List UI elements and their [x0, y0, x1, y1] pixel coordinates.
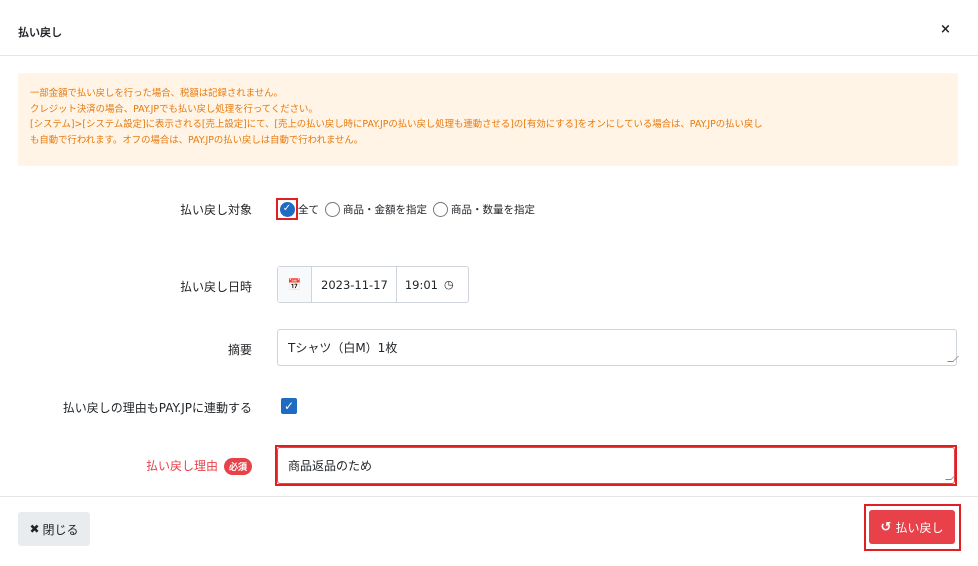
alert-line: 一部金額で払い戻しを行った場合、税額は記録されません。 — [30, 88, 283, 99]
warning-alert: 一部金額で払い戻しを行った場合、税額は記録されません。 クレジット決済の場合、P… — [18, 73, 958, 166]
time-text[interactable]: 19:01 — [405, 278, 438, 292]
time-value[interactable]: 19:01 ◷ — [395, 267, 454, 302]
modal-title: 払い戻し — [18, 26, 62, 39]
radio-all-label[interactable]: 全て — [298, 202, 319, 217]
radio-amount[interactable] — [325, 201, 340, 217]
radio-all-selected-icon[interactable]: ✓ — [279, 201, 295, 217]
clock-icon[interactable]: ◷ — [444, 278, 454, 291]
summary-textarea[interactable]: Tシャツ（白M）1枚 — [277, 329, 959, 366]
refund-reason-label-text: 払い戻し理由 — [145, 459, 218, 473]
alert-line: [システム]>[システム設定]に表示される[売上設定]にて、[売上の払い戻し時に… — [30, 119, 763, 130]
close-button-label[interactable]: 閉じる — [43, 521, 79, 538]
resize-handle-icon[interactable] — [947, 356, 959, 362]
modal-header — [0, 0, 978, 56]
close-button-icon[interactable]: ✖ — [29, 522, 39, 536]
refund-datetime-label: 払い戻し日時 — [179, 280, 252, 294]
required-badge: 必須 — [223, 458, 252, 475]
refund-reason-label: 払い戻し理由 必須 — [110, 457, 252, 475]
alert-line: クレジット決済の場合、PAY.JPでも払い戻し処理を行ってください。 — [30, 103, 318, 115]
refund-target-radio-group: ✓ 全て 商品・金額を指定 商品・数量を指定 — [276, 198, 535, 220]
radio-quantity-label[interactable]: 商品・数量を指定 — [451, 202, 535, 217]
radio-all-highlight[interactable]: ✓ — [276, 198, 298, 220]
sync-reason-checkbox[interactable]: ✓ — [281, 398, 297, 414]
refund-reason-highlight — [275, 445, 957, 486]
radio-amount-label[interactable]: 商品・金額を指定 — [343, 202, 427, 217]
alert-line: も自動で行われます。オフの場合は、PAY.JPの払い戻しは自動で行われません。 — [30, 134, 364, 146]
refund-target-label: 払い戻し対象 — [179, 203, 252, 217]
radio-quantity[interactable] — [433, 201, 448, 217]
undo-icon[interactable]: ↺ — [881, 520, 892, 535]
close-icon[interactable]: × — [940, 22, 951, 37]
summary-value[interactable]: Tシャツ（白M）1枚 — [288, 339, 397, 356]
summary-label: 摘要 — [227, 343, 252, 357]
sync-reason-label: 払い戻しの理由もPAY.JPに連動する — [62, 401, 252, 415]
modal-footer — [0, 496, 978, 566]
calendar-icon[interactable]: 📅 — [278, 267, 312, 302]
refund-button-label[interactable]: 払い戻し — [895, 519, 943, 536]
refund-button[interactable]: ↺ 払い戻し — [869, 510, 955, 544]
close-button[interactable]: ✖ 閉じる — [18, 512, 90, 546]
date-value[interactable]: 2023-11-17 — [321, 278, 388, 292]
refund-datetime-input[interactable]: 📅 2023-11-17 19:01 ◷ — [277, 266, 469, 303]
